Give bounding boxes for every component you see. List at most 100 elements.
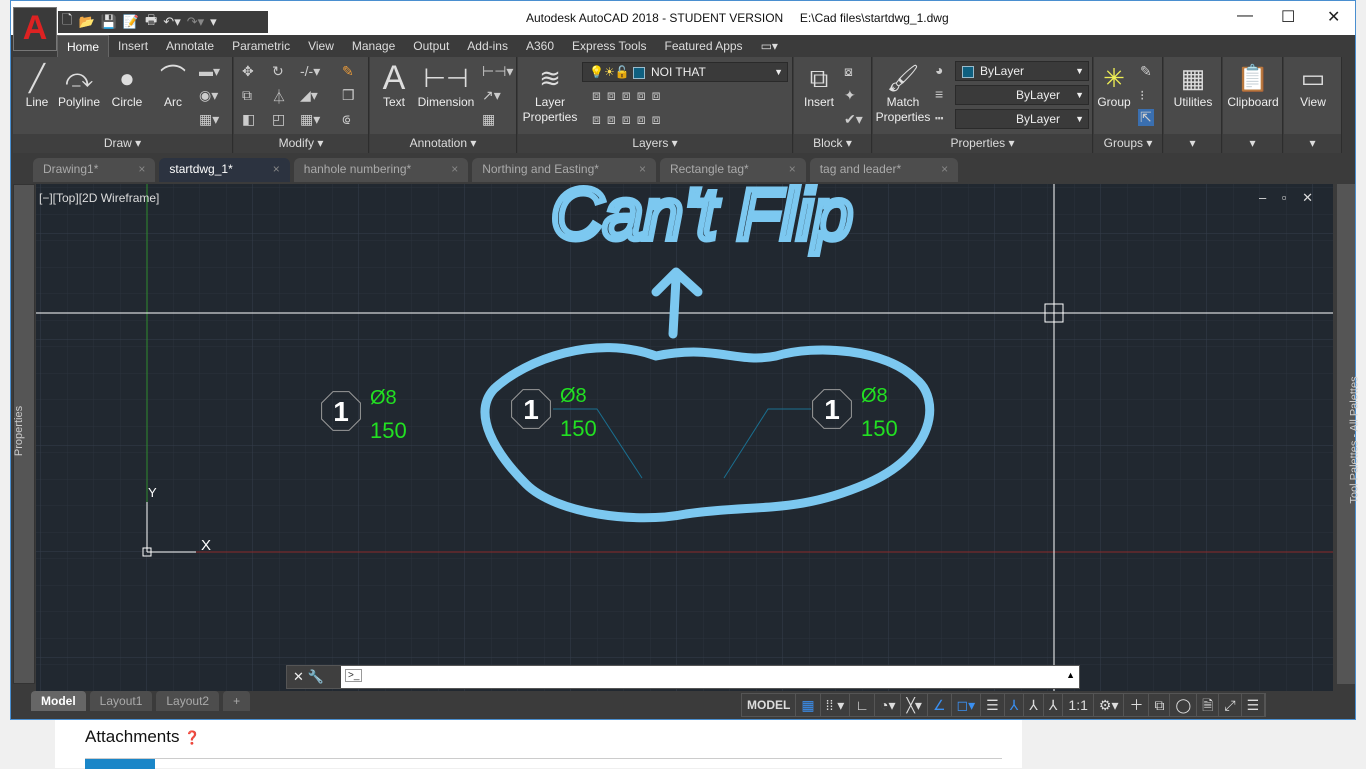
tab-annotate[interactable]: Annotate [157,35,223,57]
modify-panel-title[interactable]: Modify ▾ [234,134,368,153]
auto-scale-icon[interactable]: ⅄ [1024,694,1044,716]
array-icon[interactable]: ▦▾ [300,111,320,128]
rotate-icon[interactable]: ↻ [272,63,284,80]
open-icon[interactable]: 📂 [78,14,94,30]
hatch-icon[interactable]: ◉▾ [199,87,218,104]
boundary-icon[interactable]: ▦▾ [199,111,219,128]
doc-tab[interactable]: Drawing1* × [33,158,156,182]
fillet-icon[interactable]: ◢▾ [300,87,318,104]
properties-panel-title[interactable]: Properties ▾ [873,134,1092,153]
group-selection-icon[interactable]: ⇱ [1138,109,1154,126]
redo-icon[interactable]: ↷▾ [187,14,204,30]
customize-wrench-icon[interactable]: 🔧 [308,669,324,684]
grid-icon[interactable]: ▦ [796,694,821,716]
offset-icon[interactable]: ⟃ [342,111,350,128]
arc-button[interactable]: ⌒ Arc [153,61,193,110]
tab-parametric[interactable]: Parametric [223,35,299,57]
tab-manage[interactable]: Manage [343,35,404,57]
customization-menu-icon[interactable]: ☰ [1242,694,1266,716]
move-icon[interactable]: ✥ [242,63,254,80]
attribute-icon[interactable]: ✔▾ [844,111,863,128]
edit-block-icon[interactable]: ✦ [844,87,856,104]
save-icon[interactable]: 💾 [101,14,117,30]
polar-icon[interactable]: ◔▾ [875,694,902,716]
clean-screen-icon[interactable]: ⤢ [1219,694,1242,716]
model-space-button[interactable]: MODEL [742,694,797,716]
dimension-button[interactable]: ⊢⊣ Dimension [414,61,478,110]
close-button[interactable]: ✕ [1327,7,1340,27]
minimize-button[interactable]: — [1237,7,1253,25]
table-icon[interactable]: ▦ [482,111,495,128]
tab-home[interactable]: Home [57,35,110,57]
tab-model[interactable]: Model [31,691,86,711]
polyline-button[interactable]: ⤼ Polyline [55,61,103,110]
drawing-canvas[interactable]: Y X 1 Ø8 150 1 Ø8 150 1 Ø8 150 Can't Flip [−][To… [36,184,1333,691]
help-icon[interactable]: ❓ [184,730,200,745]
scale-icon[interactable]: ◰ [272,111,285,128]
layer-dropdown[interactable]: 💡☀🔓 NOI THAT ▼ [582,62,788,82]
tab-output[interactable]: Output [404,35,458,57]
object-snap-tracking-icon[interactable]: ∠ [928,694,952,716]
customize-icon[interactable]: ▾ [210,14,217,30]
trim-icon[interactable]: -/-▾ [300,63,320,80]
isodraft-icon[interactable]: ╳▾ [901,694,928,716]
command-input[interactable] [373,667,1063,687]
group-button[interactable]: ✳ Group [1094,61,1134,110]
doc-tab-active[interactable]: startdwg_1* × [159,158,290,182]
tool-palettes[interactable]: Tool Palettes - All Palettes [1337,184,1361,684]
object-snap-icon[interactable]: ◻▾ [952,694,982,716]
utilities-panel[interactable]: ▦ Utilities ▾ [1164,57,1222,153]
doc-tab[interactable]: hanhole numbering* × [293,158,469,182]
view-panel[interactable]: ▭ View ▾ [1284,57,1342,153]
tab-featured-apps[interactable]: Featured Apps [656,35,752,57]
tab-layout1[interactable]: Layout1 [89,691,153,711]
tab-express-tools[interactable]: Express Tools [563,35,655,57]
new-icon[interactable]: 🗋 [62,11,72,33]
clipboard-panel[interactable]: 📋 Clipboard ▾ [1223,57,1283,153]
annotation-panel-title[interactable]: Annotation ▾ [370,134,516,153]
doc-tab[interactable]: tag and leader* × [809,158,959,182]
annotation-scale-dropdown[interactable]: 1:1 [1063,694,1094,716]
snap-icon[interactable]: ⁞⁞ ▾ [821,694,851,716]
print-icon[interactable]: 🖶 [145,11,157,33]
erase-icon[interactable]: ✎ [342,63,354,80]
color-dropdown[interactable]: ByLayer ▼ [955,61,1089,81]
maximize-button[interactable]: ☐ [1281,7,1295,27]
annotation-visibility-icon[interactable]: ⅄ [1005,694,1025,716]
close-command-icon[interactable]: ✕ [293,669,304,684]
quick-properties-icon[interactable]: 🗎 [1197,694,1220,716]
viewport-controls-label[interactable]: [−][Top][2D Wireframe] [39,191,159,205]
explode-icon[interactable]: ❒ [342,87,355,104]
ungroup-icon[interactable]: ✎ [1140,63,1152,80]
linetype-dropdown[interactable]: ByLayer ▼ [955,85,1089,105]
tab-view[interactable]: View [299,35,343,57]
workspace-gear-icon[interactable]: ⚙▾ [1094,694,1125,716]
stretch-icon[interactable]: ◧ [242,111,255,128]
command-history-icon[interactable]: ▲ [1066,670,1075,680]
doc-tab[interactable]: Northing and Easting* × [472,158,656,182]
create-block-icon[interactable]: ⧇ [844,63,853,80]
viewport-window-controls[interactable]: – ▫ ✕ [1259,190,1319,206]
layer-tools-row2[interactable]: ⧈⧈⧈⧈⧈ [592,111,667,128]
add-layout-button[interactable]: + [223,691,251,711]
ortho-icon[interactable]: ∟ [850,694,875,716]
rectangle-icon[interactable]: ▬▾ [199,63,220,80]
ribbon-minimize-icon[interactable]: ▭▾ [752,35,787,57]
save-as-icon[interactable]: 📝 [123,14,139,30]
layer-properties-button[interactable]: ≋ Layer Properties [522,61,578,125]
leader-icon[interactable]: ↗▾ [482,87,501,104]
text-button[interactable]: A Text [374,61,414,110]
circle-button[interactable]: ● Circle [107,61,147,110]
linear-dim-icon[interactable]: ⊢⊣▾ [482,63,513,80]
tab-insert[interactable]: Insert [109,35,157,57]
isolate-objects-icon[interactable]: ⧉ [1149,694,1171,716]
lineweight-dropdown[interactable]: ByLayer ▼ [955,109,1089,129]
match-properties-button[interactable]: 🖌 Match Properties [873,61,933,125]
command-prompt-icon[interactable]: >_ [345,669,363,682]
block-panel-title[interactable]: Block ▾ [794,134,871,153]
mirror-icon[interactable]: ⏃ [272,87,286,107]
layer-tools-row1[interactable]: ⧈⧈⧈⧈⧈ [592,87,667,104]
layers-panel-title[interactable]: Layers ▾ [518,134,792,153]
group-edit-icon[interactable]: ⁝ [1140,87,1144,104]
draw-panel-title[interactable]: Draw ▾ [13,134,232,153]
